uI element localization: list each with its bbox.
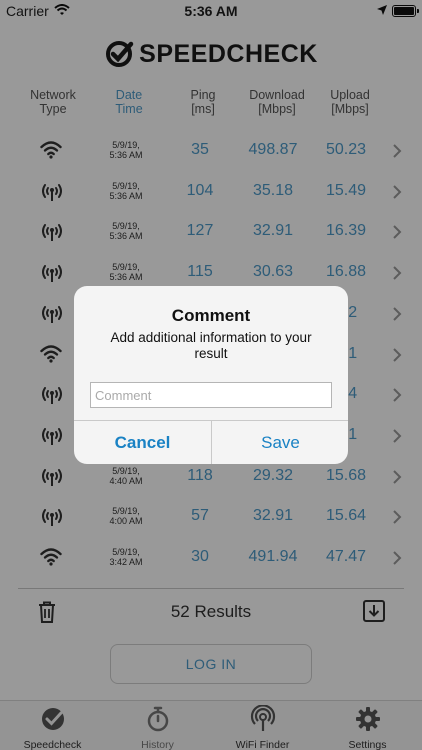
dialog-message: Add additional information to your resul… [110, 330, 312, 361]
comment-dialog: Comment Add additional information to yo… [74, 286, 348, 464]
dialog-title: Comment [171, 306, 251, 325]
cancel-button[interactable]: Cancel [74, 421, 211, 464]
comment-input[interactable] [90, 382, 332, 408]
save-button[interactable]: Save [212, 421, 348, 464]
